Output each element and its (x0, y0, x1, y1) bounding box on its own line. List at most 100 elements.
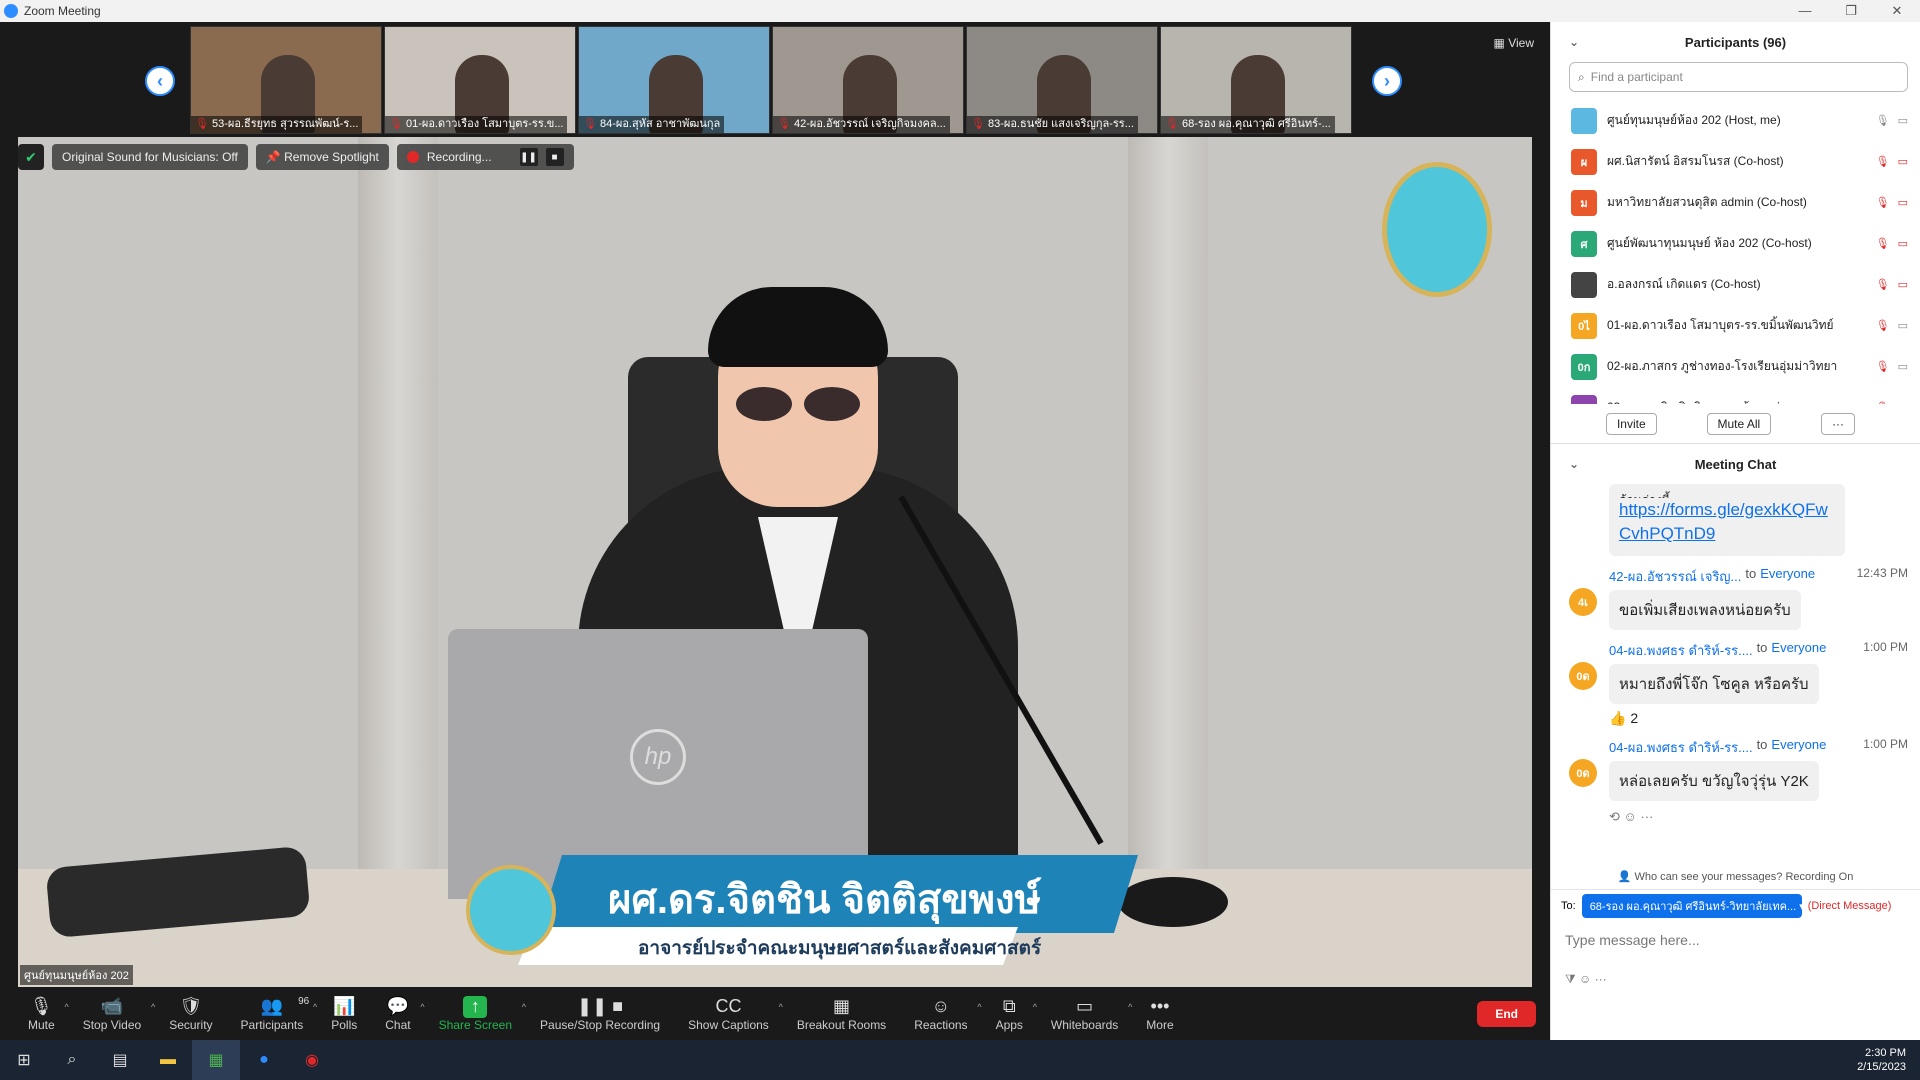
close-button[interactable]: ✕ (1874, 3, 1920, 19)
video-off-icon[interactable]: ▭ (1898, 237, 1908, 250)
thumbs-up-reaction[interactable]: 👍 2 (1609, 710, 1908, 727)
participant-thumbnail[interactable]: 🎙 53-ผอ.ธีรยุทธ สุวรรณพัฒน์-ร... (190, 26, 382, 134)
more-button[interactable]: ••• More (1136, 996, 1183, 1032)
message-action-tools[interactable]: ⟲ ☺ ··· (1609, 809, 1908, 825)
remove-spotlight-button[interactable]: 📌 Remove Spotlight (255, 144, 389, 170)
video-off-icon[interactable]: ▭ (1898, 155, 1908, 168)
message-sender[interactable]: 42-ผอ.อัชวรรณ์ เจริญ... (1609, 566, 1741, 584)
mic-muted-icon[interactable]: 🎙 (1876, 401, 1890, 404)
participant-thumbnail[interactable]: 🎙 83-ผอ.ธนชัย แสงเจริญกุล-รร... (966, 26, 1158, 134)
video-icon[interactable]: ▭ (1898, 114, 1908, 127)
participant-search-input[interactable]: ⌕ Find a participant (1569, 62, 1908, 92)
side-panel: ⌄ Participants (96) ⌕ Find a participant… (1550, 22, 1920, 1040)
stop-video-button[interactable]: 📹 Stop Video ^ (73, 996, 156, 1032)
participant-row[interactable]: อ.อลงกรณ์ เกิดแดร (Co-host) 🎙 ▭ (1551, 264, 1920, 305)
chat-message: 0ด 04-ผอ.พงศธร ดำริห์-รร.... to Everyone 1:0… (1569, 640, 1908, 704)
mic-muted-icon[interactable]: 🎙 (1876, 155, 1890, 168)
pause-recording-icon[interactable]: ❚❚ (519, 148, 538, 166)
more-icon: ••• (1150, 996, 1170, 1016)
apps-button[interactable]: ⧉ Apps ^ (986, 996, 1037, 1032)
chat-button[interactable]: 💬 Chat ^ (375, 996, 424, 1032)
participant-row[interactable]: ผ ผศ.นิสารัตน์ อิสรมโนรส (Co-host) 🎙 ▭ (1551, 141, 1920, 182)
video-icon[interactable]: ▭ (1898, 360, 1908, 373)
minimize-button[interactable]: — (1782, 3, 1828, 19)
participants-label: Participants (240, 1018, 304, 1032)
participant-row[interactable]: 0ก 02-ผอ.ภาสกร ภูช่างทอง-โรงเรียนอุ่มม่าว… (1551, 346, 1920, 387)
participant-row[interactable]: 0ไ 01-ผอ.ดาวเรือง โสมาบุตร-รร.ขมิ้นพัฒนวิ… (1551, 305, 1920, 346)
zoom-taskbar-icon[interactable]: ● (240, 1040, 288, 1080)
windows-start-icon[interactable]: ⊞ (0, 1040, 48, 1080)
restore-button[interactable]: ❐ (1828, 3, 1874, 19)
participant-row[interactable]: ม มหาวิทยาลัยสวนดุสิต admin (Co-host) 🎙 ▭ (1551, 182, 1920, 223)
avatar (1571, 107, 1597, 134)
polls-button[interactable]: 📊 Polls (321, 996, 367, 1032)
whiteboards-button[interactable]: ▭ Whiteboards ^ (1041, 996, 1132, 1032)
mic-icon[interactable]: 🎙 (1876, 114, 1890, 127)
pause-stop-recording-button[interactable]: ❚❚ ■ Pause/Stop Recording (530, 996, 670, 1032)
participant-name: ผศ.นิสารัตน์ อิสรมโนรส (Co-host) (1607, 154, 1784, 168)
stop-video-options-caret-icon[interactable]: ^ (151, 1002, 155, 1012)
message-bubble: หมายถึงพี่โจ๊ก โซคูล หรือครับ (1609, 664, 1819, 704)
mute-button[interactable]: 🎙 Mute ^ (18, 996, 69, 1032)
recorder-taskbar-icon[interactable]: ◉ (288, 1040, 336, 1080)
whiteboards-options-caret-icon[interactable]: ^ (1128, 1002, 1132, 1012)
participant-row[interactable]: ศูนย์ทุนมนุษย์ห้อง 202 (Host, me) 🎙 ▭ (1551, 100, 1920, 141)
form-link[interactable]: https://forms.gle/gexkKQFwCvhPQTnD9 (1619, 500, 1828, 543)
participant-thumbnail[interactable]: 🎙 84-ผอ.สุหัส อาชาพัฒนกุล (578, 26, 770, 134)
mute-options-caret-icon[interactable]: ^ (64, 1002, 68, 1012)
participant-thumbnail[interactable]: 🎙 68-รอง ผอ.คุณาวุฒิ ศรีอินทร์-... (1160, 26, 1352, 134)
security-button[interactable]: 🛡 Security (159, 996, 222, 1032)
video-off-icon[interactable]: ▭ (1898, 196, 1908, 209)
participant-row[interactable]: ศ ศูนย์พัฒนาทุนมนุษย์ ห้อง 202 (Co-host) 🎙… (1551, 223, 1920, 264)
original-sound-button[interactable]: Original Sound for Musicians: Off (52, 144, 248, 170)
mic-muted-icon[interactable]: 🎙 (1876, 360, 1890, 373)
collapse-participants-icon[interactable]: ⌄ (1569, 35, 1579, 49)
whiteboards-icon: ▭ (1076, 996, 1094, 1016)
show-captions-options-caret-icon[interactable]: ^ (779, 1002, 783, 1012)
active-speaker-video[interactable]: hp ผศ.ดร.จิตชิน จิตติสุขพงษ์ อาจารย์ประจ… (18, 137, 1532, 987)
app-grid-icon[interactable]: ▦ (192, 1040, 240, 1080)
apps-options-caret-icon[interactable]: ^ (1033, 1002, 1037, 1012)
task-view-icon[interactable]: ▤ (96, 1040, 144, 1080)
mic-muted-icon[interactable]: 🎙 (1876, 319, 1890, 332)
mic-muted-icon: 🎙 (195, 118, 209, 130)
video-icon[interactable]: ▭ (1898, 401, 1908, 404)
next-page-icon[interactable]: › (1372, 66, 1402, 96)
chat-options-caret-icon[interactable]: ^ (420, 1002, 424, 1012)
mic-muted-icon[interactable]: 🎙 (1876, 237, 1890, 250)
participant-thumbnail[interactable]: 🎙 01-ผอ.ดาวเรือง โสมาบุตร-รร.ข... (384, 26, 576, 134)
mute-all-button[interactable]: Mute All (1706, 412, 1772, 435)
end-meeting-button[interactable]: End (1477, 1001, 1536, 1027)
mic-muted-icon[interactable]: 🎙 (1876, 196, 1890, 209)
participants-options-caret-icon[interactable]: ^ (313, 1002, 317, 1012)
chat-message-input[interactable]: Type message here... (1551, 922, 1920, 972)
participant-thumbnail[interactable]: 🎙 42-ผอ.อัชวรรณ์ เจริญกิจมงคล... (772, 26, 964, 134)
message-sender[interactable]: 04-ผอ.พงศธร ดำริห์-รร.... (1609, 737, 1753, 755)
view-button[interactable]: ▦ View (1494, 36, 1534, 50)
reactions-button[interactable]: ☺ Reactions ^ (904, 996, 981, 1032)
more-options-button[interactable]: ··· (1821, 412, 1856, 435)
who-can-see-notice[interactable]: 👤 Who can see your messages? Recording O… (1551, 864, 1920, 889)
mic-muted-icon[interactable]: 🎙 (1876, 278, 1890, 291)
search-icon[interactable]: ⌕ (48, 1040, 96, 1080)
invite-button[interactable]: Invite (1605, 412, 1657, 435)
share-screen-icon: ↑ (463, 996, 488, 1018)
file-explorer-icon[interactable]: ▬ (144, 1040, 192, 1080)
chat-bottom-tools[interactable]: ⧩ ☺ ··· (1551, 972, 1920, 987)
collapse-chat-icon[interactable]: ⌄ (1569, 457, 1579, 471)
share-screen-button[interactable]: ↑ Share Screen ^ (429, 996, 526, 1032)
participant-row[interactable]: 0น 03 ผอ.เกษกิจ สินธิกาย รร.บ้านแม่พล🎙 ▭ (1551, 387, 1920, 404)
recipient-select[interactable]: 68-รอง ผอ.คุณาวุฒิ ศรีอินทร์-วิทยาลัยเทค… (1581, 894, 1802, 918)
message-sender[interactable]: 04-ผอ.พงศธร ดำริห์-รร.... (1609, 640, 1753, 658)
share-screen-options-caret-icon[interactable]: ^ (522, 1002, 526, 1012)
reactions-options-caret-icon[interactable]: ^ (977, 1002, 981, 1012)
video-icon[interactable]: ▭ (1898, 319, 1908, 332)
video-off-icon[interactable]: ▭ (1898, 278, 1908, 291)
participants-button[interactable]: 👥 Participants 96 ^ (231, 996, 318, 1032)
encryption-shield-icon[interactable]: ✔ (18, 144, 44, 170)
stop-recording-icon[interactable]: ■ (545, 148, 564, 166)
university-logo (1382, 162, 1492, 297)
show-captions-button[interactable]: CC Show Captions ^ (678, 996, 783, 1032)
previous-page-icon[interactable]: ‹ (145, 66, 175, 96)
breakout-rooms-button[interactable]: ▦ Breakout Rooms (787, 996, 896, 1032)
